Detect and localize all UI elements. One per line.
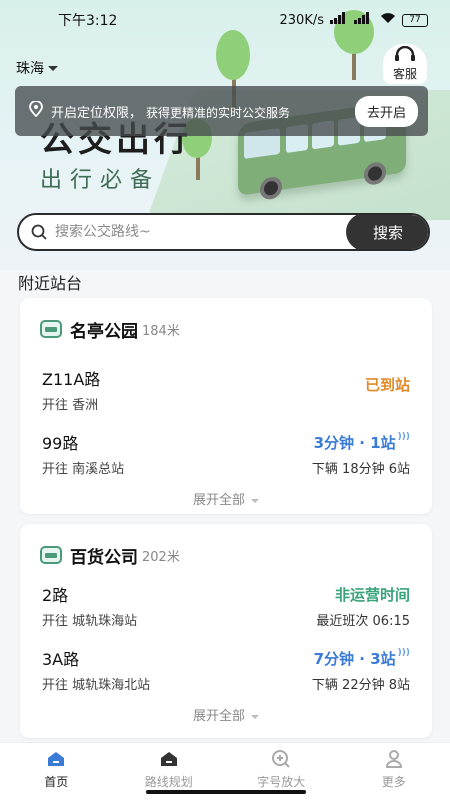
arrival-status: 已到站 [364, 376, 410, 394]
home-indicator [146, 790, 306, 794]
next-bus-info: 最近班次 06:15 [316, 614, 410, 629]
next-bus-info: 下辆 18分钟 6站 [311, 462, 410, 477]
signal-icon [330, 12, 374, 28]
network-speed: 230K/s [279, 12, 325, 28]
location-banner-text: 开启定位权限， 获得更精准的实时公交服务 [51, 102, 355, 121]
arrival-status: 7分钟 · 3站))) [314, 648, 410, 669]
tab-label: 更多 [381, 775, 406, 789]
user-icon [383, 749, 405, 769]
station-name: 名亭公园 [70, 321, 138, 342]
expand-all-label: 展开全部 [192, 709, 245, 724]
station-distance: 184米 [142, 323, 180, 339]
status-time: 下午3:12 [58, 13, 118, 29]
location-permission-banner: 开启定位权限， 获得更精准的实时公交服务 去开启 [15, 86, 428, 136]
battery-icon: 77 [402, 13, 428, 27]
route-row[interactable]: 99路 开往 南溪总站 3分钟 · 1站))) 下辆 18分钟 6站 [20, 426, 432, 490]
next-bus-info: 下辆 22分钟 8站 [311, 678, 410, 693]
nearby-stations-heading: 附近站台 [18, 274, 83, 293]
station-card[interactable]: 名亭公园 184米 Z11A路 开往 香洲 已到站 99路 开往 南溪总站 3分… [20, 298, 432, 514]
route-direction: 开往 城轨珠海北站 [42, 678, 151, 693]
realtime-signal-icon: ))) [397, 432, 410, 442]
zoom-icon [270, 749, 292, 769]
tab-label: 路线规划 [144, 775, 193, 789]
route-icon [158, 749, 180, 769]
route-row[interactable]: 2路 开往 城轨珠海站 非运营时间 最近班次 06:15 [20, 578, 432, 642]
enable-location-button[interactable]: 去开启 [354, 95, 418, 127]
search-icon [31, 224, 47, 240]
tab-more[interactable]: 更多 [338, 743, 450, 800]
city-name: 珠海 [16, 61, 44, 77]
route-row[interactable]: Z11A路 开往 香洲 已到站 [20, 362, 432, 426]
station-card[interactable]: 百货公司 202米 2路 开往 城轨珠海站 非运营时间 最近班次 06:15 3… [20, 524, 432, 738]
arrival-status: 3分钟 · 1站))) [314, 432, 410, 453]
search-button[interactable]: 搜索 [346, 215, 428, 249]
service-label: 客服 [392, 67, 417, 81]
customer-service-button[interactable]: 客服 [383, 44, 427, 84]
route-direction: 开往 香洲 [42, 398, 99, 413]
route-row[interactable]: 3A路 开往 城轨珠海北站 7分钟 · 3站))) 下辆 22分钟 8站 [20, 642, 432, 706]
bus-stop-icon [40, 546, 62, 564]
route-name: 99路 [42, 434, 79, 453]
chevron-down-icon [48, 65, 58, 71]
expand-all-button[interactable]: 展开全部 [20, 706, 432, 732]
expand-all-label: 展开全部 [192, 493, 245, 508]
wifi-icon [380, 12, 396, 28]
home-icon [45, 749, 67, 769]
tab-label: 字号放大 [257, 775, 306, 789]
route-direction: 开往 城轨珠海站 [42, 614, 138, 629]
search-input[interactable] [55, 224, 346, 240]
tab-home[interactable]: 首页 [0, 743, 113, 800]
station-name: 百货公司 [70, 547, 138, 568]
arrival-status: 非运营时间 [334, 586, 410, 604]
bus-stop-icon [40, 320, 62, 338]
arrival-status-text: 3分钟 · 1站 [313, 434, 396, 452]
headset-icon [394, 45, 416, 65]
location-banner-desc: 获得更精准的实时公交服务 [146, 105, 291, 120]
route-name: 2路 [42, 586, 69, 605]
route-direction: 开往 南溪总站 [42, 462, 125, 477]
realtime-signal-icon: ))) [397, 648, 410, 658]
route-name: 3A路 [42, 650, 80, 669]
route-name: Z11A路 [42, 370, 101, 389]
city-selector[interactable]: 珠海 [16, 58, 58, 78]
location-banner-title: 开启定位权限， [51, 105, 143, 121]
chevron-down-icon [251, 714, 259, 719]
page-subtitle: 出行必备 [40, 168, 161, 193]
station-distance: 202米 [142, 549, 180, 565]
arrival-status-text: 7分钟 · 3站 [313, 650, 396, 668]
chevron-down-icon [251, 498, 259, 503]
status-bar: 下午3:12 230K/s 77 [0, 0, 450, 40]
expand-all-button[interactable]: 展开全部 [20, 490, 432, 516]
location-pin-icon [29, 100, 43, 121]
search-bar: 搜索 [17, 213, 430, 251]
tab-label: 首页 [44, 775, 69, 789]
